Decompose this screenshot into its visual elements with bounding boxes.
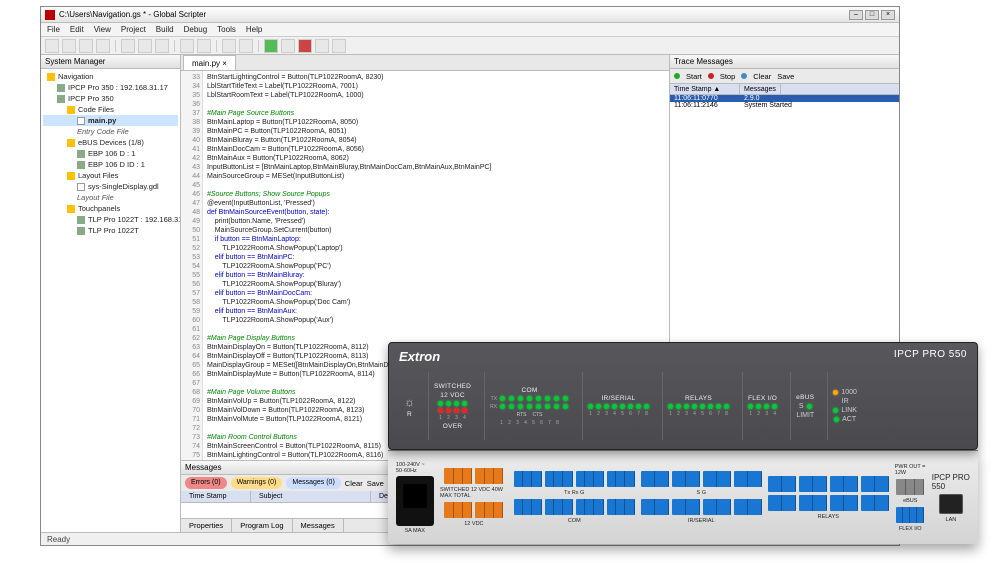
rear-relays-group: RELAYS	[768, 476, 889, 520]
messages-clear-button[interactable]: Clear	[345, 479, 363, 488]
system-manager-panel: System Manager Navigation IPCP Pro 350 :…	[41, 55, 181, 532]
app-icon	[45, 10, 55, 20]
menu-tools[interactable]: Tools	[217, 25, 236, 34]
section-status-leds: 1000 IR LINK ACT	[827, 372, 862, 440]
toolbar-cut-icon[interactable]	[121, 39, 135, 53]
toolbar-stop-icon[interactable]	[298, 39, 312, 53]
trace-start-icon	[674, 73, 680, 79]
rear-irserial-group: S G IR/SERIAL	[641, 471, 762, 524]
toolbar	[41, 37, 899, 55]
messages-save-button[interactable]: Save	[367, 479, 384, 488]
power-inlet	[396, 476, 434, 526]
tree-layout-1[interactable]: sys-SingleDisplay.gdl	[88, 182, 159, 191]
trace-clear-icon	[741, 73, 747, 79]
tree-ebus-devices[interactable]: eBUS Devices (1/8)	[78, 138, 144, 147]
trace-stop-icon	[708, 73, 714, 79]
toolbar-undo-icon[interactable]	[180, 39, 194, 53]
messages-col-subject[interactable]: Subject	[251, 491, 371, 502]
trace-stop-button[interactable]: Stop	[720, 72, 735, 81]
toolbar-open-icon[interactable]	[62, 39, 76, 53]
tree-controller-1[interactable]: IPCP Pro 350 : 192.168.31.17	[68, 83, 168, 92]
editor-tab-mainpy[interactable]: main.py ×	[183, 55, 236, 70]
tree-layout-files[interactable]: Layout Files	[78, 171, 118, 180]
section-relays: RELAYS 12345678	[662, 372, 734, 440]
tree-tp-2[interactable]: TLP Pro 1022T	[88, 226, 139, 235]
tree-layout-2: Layout File	[43, 192, 178, 203]
toolbar-upload-icon[interactable]	[239, 39, 253, 53]
trace-col-time[interactable]: Time Stamp ▲	[670, 84, 740, 94]
title-bar: C:\Users\Navigation.gs * - Global Script…	[41, 7, 899, 23]
messages-col-time[interactable]: Time Stamp	[181, 491, 251, 502]
menu-file[interactable]: File	[47, 25, 60, 34]
device-model: IPCP PRO 550	[894, 349, 967, 360]
trace-col-msg[interactable]: Messages	[740, 84, 781, 94]
tab-program-log[interactable]: Program Log	[232, 519, 292, 532]
menu-project[interactable]: Project	[121, 25, 146, 34]
toolbar-new-icon[interactable]	[45, 39, 59, 53]
ethernet-port	[939, 494, 963, 514]
trace-start-button[interactable]: Start	[686, 72, 702, 81]
tree-ebus-1[interactable]: EBP 106 D : 1	[88, 149, 135, 158]
toolbar-paste-icon[interactable]	[155, 39, 169, 53]
toolbar-copy-icon[interactable]	[138, 39, 152, 53]
tree-entry-tag: Entry Code File	[43, 126, 178, 137]
close-button[interactable]: ×	[881, 10, 895, 20]
section-switched-12vdc: SWITCHED 12 VDC 1234 OVER	[428, 372, 476, 440]
section-ir-serial: IR/SERIAL 12345678	[582, 372, 654, 440]
menu-bar: File Edit View Project Build Debug Tools…	[41, 23, 899, 37]
menu-build[interactable]: Build	[156, 25, 174, 34]
trace-clear-button[interactable]: Clear	[753, 72, 771, 81]
toolbar-run-icon[interactable]	[264, 39, 278, 53]
section-brightness: ☼ R	[399, 372, 420, 440]
tab-properties[interactable]: Properties	[181, 519, 232, 532]
toolbar-saveall-icon[interactable]	[96, 39, 110, 53]
trace-row[interactable]: 11:06:11:2146System Started	[670, 102, 899, 109]
system-manager-header: System Manager	[41, 55, 180, 69]
trace-row[interactable]: 11:06:11:07702.9.0	[670, 95, 899, 102]
tree-controller-2[interactable]: IPCP Pro 350	[68, 94, 114, 103]
toolbar-redo-icon[interactable]	[197, 39, 211, 53]
errors-badge[interactable]: Errors (0)	[185, 477, 227, 489]
rear-com-group: Tx Rx G COM	[514, 471, 635, 524]
window-title: C:\Users\Navigation.gs * - Global Script…	[59, 10, 849, 19]
device-rear-panel: 100-240V ~ 50-60Hz 5A MAX SWITCHED 12 VD…	[388, 450, 978, 544]
menu-help[interactable]: Help	[246, 25, 262, 34]
tree-code-files[interactable]: Code Files	[78, 105, 114, 114]
tree-ebus-2[interactable]: EBP 106 D ID : 1	[88, 160, 145, 169]
tab-messages[interactable]: Messages	[293, 519, 344, 532]
rear-12vdc-group: SWITCHED 12 VDC 40W MAX TOTAL 12 VDC	[440, 468, 508, 527]
section-com: COM TX RX RTSCTS 12345678	[484, 372, 574, 440]
maximize-button[interactable]: □	[865, 10, 879, 20]
section-ebus: eBUS S LIMIT	[790, 372, 819, 440]
menu-edit[interactable]: Edit	[70, 25, 84, 34]
rear-flexio-group: PWR OUT = 12W eBUS FLEX I/O	[895, 464, 926, 532]
trace-title: Trace Messages	[670, 55, 899, 69]
toolbar-stepover-icon[interactable]	[315, 39, 329, 53]
tree-tp-1[interactable]: TLP Pro 1022T : 192.168.31.16	[88, 215, 180, 224]
tree-navigation[interactable]: Navigation	[58, 72, 93, 81]
menu-debug[interactable]: Debug	[184, 25, 208, 34]
minimize-button[interactable]: –	[849, 10, 863, 20]
device-front-panel: Extron IPCP PRO 550 ☼ R SWITCHED 12 VDC …	[388, 342, 978, 450]
warnings-badge[interactable]: Warnings (0)	[231, 477, 283, 489]
toolbar-pause-icon[interactable]	[281, 39, 295, 53]
menu-view[interactable]: View	[94, 25, 111, 34]
project-tree[interactable]: Navigation IPCP Pro 350 : 192.168.31.17 …	[41, 69, 180, 532]
extron-logo: Extron	[399, 349, 440, 364]
toolbar-stepinto-icon[interactable]	[332, 39, 346, 53]
toolbar-build-icon[interactable]	[222, 39, 236, 53]
tree-touchpanels[interactable]: Touchpanels	[78, 204, 120, 213]
toolbar-save-icon[interactable]	[79, 39, 93, 53]
messages-badge[interactable]: Messages (0)	[286, 477, 340, 489]
hardware-device: Extron IPCP PRO 550 ☼ R SWITCHED 12 VDC …	[388, 342, 978, 544]
section-flex-io: FLEX I/O 1234	[742, 372, 782, 440]
trace-save-button[interactable]: Save	[777, 72, 794, 81]
rear-lan-group: IPCP PRO 550 LAN	[932, 473, 970, 523]
tree-mainpy[interactable]: main.py	[88, 116, 116, 125]
